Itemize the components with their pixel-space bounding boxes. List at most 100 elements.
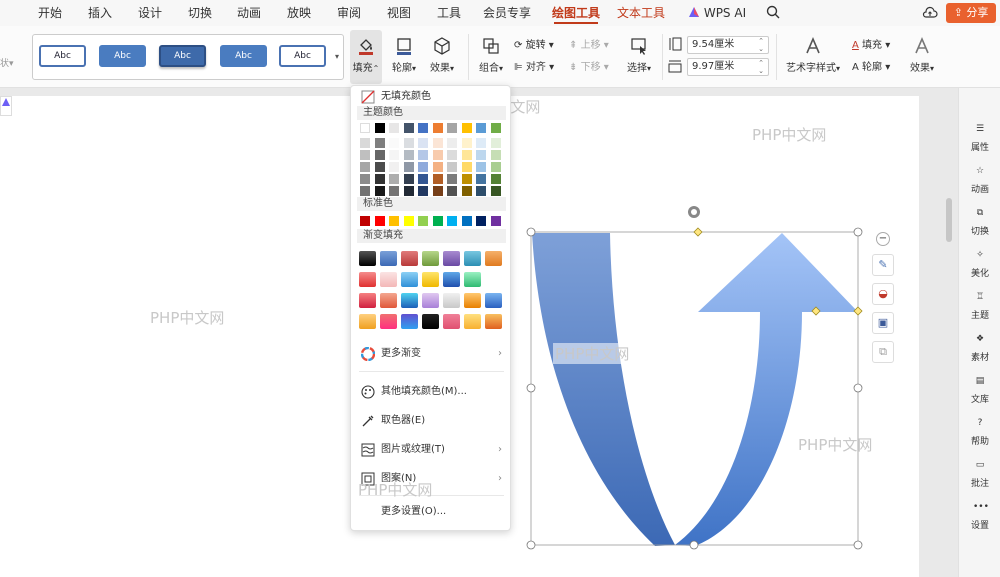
theme-color-swatch[interactable]	[374, 174, 385, 184]
gradient-swatch[interactable]	[443, 272, 460, 287]
art-text-style-button[interactable]: 艺术字样式▾	[784, 36, 842, 74]
quick-outline-button[interactable]: ▣	[872, 312, 894, 334]
theme-color-swatch[interactable]	[418, 174, 428, 184]
collapse-toolbar-icon[interactable]: −	[876, 232, 890, 246]
theme-color-swatch[interactable]	[360, 123, 370, 133]
side-item-comment[interactable]: ▭ 批注	[959, 460, 1000, 489]
theme-color-swatch[interactable]	[403, 150, 414, 160]
outline-button[interactable]: 轮廓▾	[388, 36, 420, 74]
theme-color-swatch[interactable]	[432, 150, 443, 160]
theme-color-swatch[interactable]	[432, 123, 443, 133]
theme-color-swatch[interactable]	[490, 150, 501, 160]
height-stepper-icon[interactable]: ⌃ ⌄	[758, 37, 764, 53]
theme-color-swatch[interactable]	[360, 186, 370, 196]
theme-color-swatch[interactable]	[461, 123, 472, 133]
standard-color-swatch[interactable]	[374, 216, 385, 226]
align-button[interactable]: ⊫ 对齐 ▾	[514, 60, 554, 76]
theme-color-swatch[interactable]	[447, 174, 457, 184]
theme-color-swatch[interactable]	[374, 150, 385, 160]
tab-slideshow[interactable]: 放映	[287, 0, 311, 26]
gallery-more-icon[interactable]: ▾	[335, 52, 339, 61]
side-item-library[interactable]: ▤ 文库	[959, 376, 1000, 405]
theme-color-swatch[interactable]	[490, 174, 501, 184]
gradient-swatch[interactable]	[422, 314, 439, 329]
quick-style-button[interactable]: ✎	[872, 254, 894, 276]
gradient-swatch[interactable]	[443, 314, 460, 329]
gradient-swatch[interactable]	[359, 293, 376, 308]
no-fill-item[interactable]: 无填充颜色	[359, 87, 504, 107]
theme-color-swatch[interactable]	[389, 138, 399, 148]
gradient-swatch[interactable]	[380, 314, 397, 329]
gradient-swatch[interactable]	[401, 293, 418, 308]
tab-transition[interactable]: 切换	[188, 0, 212, 26]
standard-color-swatch[interactable]	[418, 216, 428, 226]
effect-button[interactable]: 效果▾	[426, 36, 458, 74]
gradient-swatch[interactable]	[359, 251, 376, 266]
theme-color-swatch[interactable]	[490, 186, 501, 196]
side-item-theme[interactable]: ♖ 主题	[959, 292, 1000, 321]
theme-color-swatch[interactable]	[476, 150, 486, 160]
style-card-1[interactable]: Abc	[39, 45, 86, 67]
theme-color-swatch[interactable]	[461, 162, 472, 172]
curved-arrow-shape[interactable]	[520, 200, 870, 560]
picture-texture-item[interactable]: 图片或纹理(T) ›	[359, 440, 504, 460]
theme-color-swatch[interactable]	[476, 162, 486, 172]
text-outline-button[interactable]: A 轮廓 ▾	[852, 60, 890, 76]
theme-color-swatch[interactable]	[389, 162, 399, 172]
tab-animation[interactable]: 动画	[237, 0, 261, 26]
theme-color-swatch[interactable]	[447, 162, 457, 172]
style-card-2[interactable]: Abc	[99, 45, 146, 67]
gradient-swatch[interactable]	[401, 314, 418, 329]
side-item-properties[interactable]: ☰ 属性	[959, 124, 1000, 153]
side-item-settings[interactable]: ••• 设置	[959, 502, 1000, 531]
theme-color-swatch[interactable]	[403, 186, 414, 196]
gradient-swatch[interactable]	[464, 293, 481, 308]
gradient-swatch[interactable]	[359, 272, 376, 287]
tab-view[interactable]: 视图	[387, 0, 411, 26]
theme-color-swatch[interactable]	[389, 123, 399, 133]
tab-insert[interactable]: 插入	[88, 0, 112, 26]
standard-color-swatch[interactable]	[360, 216, 370, 226]
theme-color-swatch[interactable]	[389, 150, 399, 160]
standard-color-swatch[interactable]	[432, 216, 443, 226]
more-gradient-item[interactable]: 更多渐变 ›	[359, 344, 504, 364]
theme-color-swatch[interactable]	[476, 186, 486, 196]
theme-color-swatch[interactable]	[389, 174, 399, 184]
gradient-swatch[interactable]	[422, 293, 439, 308]
search-button[interactable]	[766, 0, 780, 26]
text-effect-button[interactable]: 效果▾	[906, 36, 938, 74]
theme-color-swatch[interactable]	[461, 150, 472, 160]
gradient-swatch[interactable]	[401, 272, 418, 287]
tab-member[interactable]: 会员专享	[483, 0, 531, 26]
gradient-swatch[interactable]	[485, 293, 502, 308]
theme-color-swatch[interactable]	[418, 186, 428, 196]
gradient-swatch[interactable]	[443, 293, 460, 308]
gradient-swatch[interactable]	[485, 251, 502, 266]
shape-width-input[interactable]: 9.97厘米 ⌃ ⌄	[687, 58, 769, 76]
rotate-button[interactable]: ⟳ 旋转 ▾	[514, 38, 554, 54]
tab-tools[interactable]: 工具	[437, 0, 461, 26]
theme-color-swatch[interactable]	[403, 174, 414, 184]
theme-color-swatch[interactable]	[374, 162, 385, 172]
standard-color-swatch[interactable]	[476, 216, 486, 226]
quick-crop-button[interactable]: ⧉	[872, 341, 894, 363]
side-item-transition[interactable]: ⧉ 切换	[959, 208, 1000, 237]
theme-color-swatch[interactable]	[447, 123, 457, 133]
tab-design[interactable]: 设计	[138, 0, 162, 26]
style-card-4[interactable]: Abc	[220, 45, 267, 67]
standard-color-swatch[interactable]	[447, 216, 457, 226]
width-stepper-icon[interactable]: ⌃ ⌄	[758, 59, 764, 75]
theme-color-swatch[interactable]	[490, 162, 501, 172]
other-fill-color-item[interactable]: 其他填充颜色(M)...	[359, 382, 504, 402]
standard-color-swatch[interactable]	[403, 216, 414, 226]
gradient-swatch[interactable]	[443, 251, 460, 266]
style-card-3[interactable]: Abc	[159, 45, 206, 67]
gradient-swatch[interactable]	[485, 314, 502, 329]
theme-color-swatch[interactable]	[403, 138, 414, 148]
select-button[interactable]: 选择▾	[623, 36, 655, 74]
gradient-swatch[interactable]	[380, 251, 397, 266]
standard-color-swatch[interactable]	[490, 216, 501, 226]
theme-color-swatch[interactable]	[447, 138, 457, 148]
gradient-swatch[interactable]	[380, 272, 397, 287]
theme-color-swatch[interactable]	[418, 162, 428, 172]
